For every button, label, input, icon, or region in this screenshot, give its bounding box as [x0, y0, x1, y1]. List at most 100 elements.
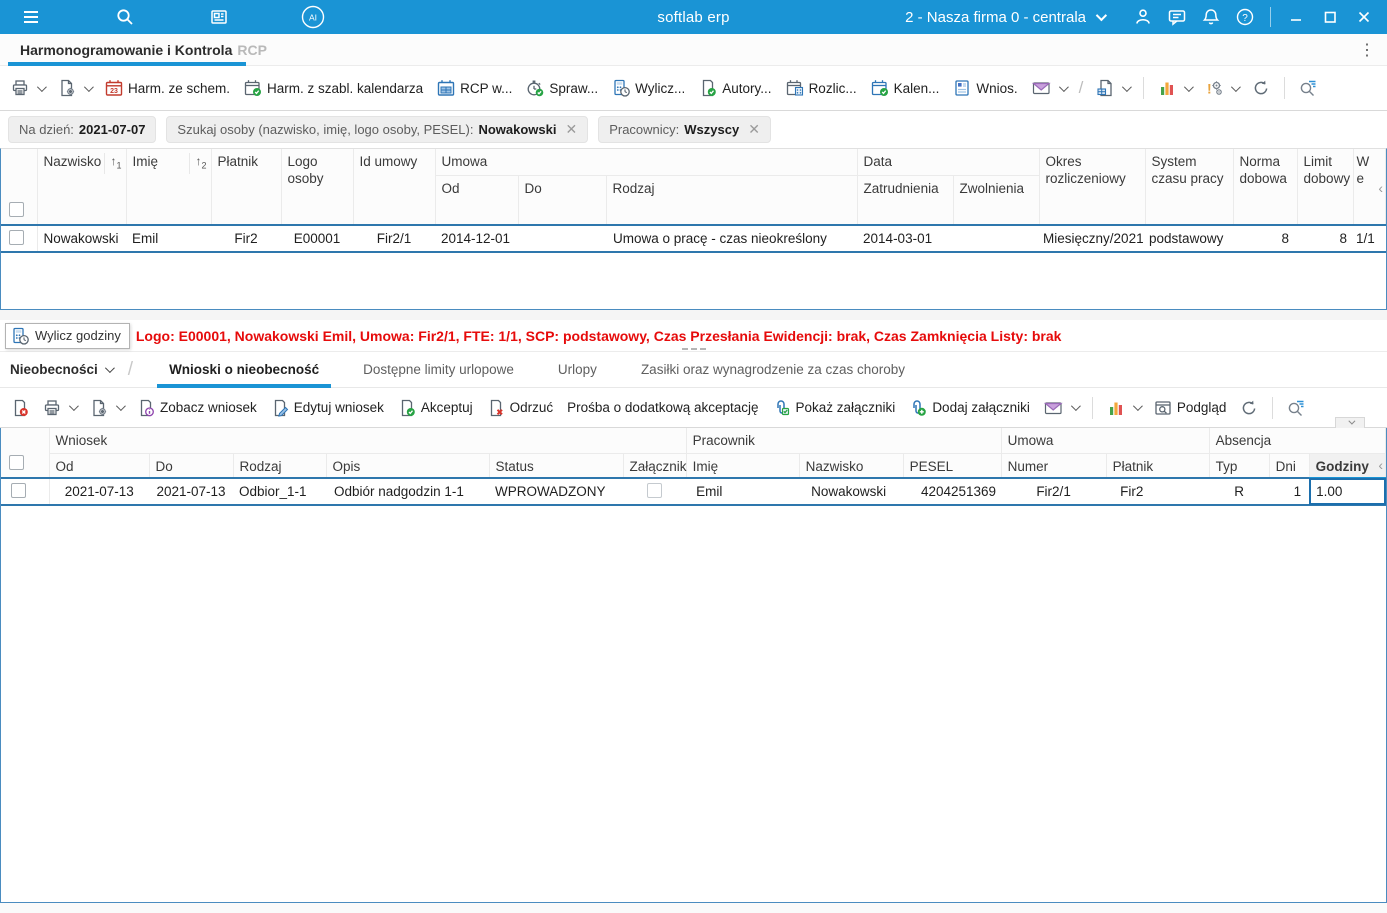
employee-row[interactable]: Nowakowski Emil Fir2 E00001 Fir2/1 2014-… — [1, 224, 1386, 253]
col-header-id-umowy[interactable]: Id umowy — [353, 149, 436, 226]
sort-asc-1-icon[interactable]: ↑1 — [104, 153, 125, 175]
print-button[interactable] — [36, 395, 83, 421]
prosba-akceptacja-button[interactable]: Prośba o dodatkową akceptację — [560, 396, 765, 419]
zobacz-wniosek-button[interactable]: Zobacz wniosek — [130, 395, 264, 421]
col-header-limit[interactable]: Limit dobowy — [1297, 149, 1354, 226]
refresh-button[interactable] — [1245, 75, 1277, 101]
col-header-dni[interactable]: Dni — [1269, 453, 1310, 479]
chart-button[interactable] — [1151, 75, 1198, 101]
col-header-zalacznik[interactable]: Załącznik — [623, 453, 687, 479]
col-header-rodzaj[interactable]: Rodzaj — [233, 453, 327, 479]
col-header-umowa-do[interactable]: Do — [518, 175, 607, 226]
refresh-button[interactable] — [1233, 395, 1265, 421]
page-settings-button[interactable] — [83, 395, 130, 421]
notifications-icon[interactable] — [1194, 0, 1228, 34]
rcp-button[interactable]: RCP w... — [430, 75, 519, 101]
news-icon[interactable] — [200, 0, 238, 34]
section-selector[interactable]: Nieobecności — [10, 362, 115, 377]
col-header-umowa-od[interactable]: Od — [435, 175, 519, 226]
help-icon[interactable]: ? — [1228, 0, 1262, 34]
close-icon[interactable] — [1347, 0, 1381, 34]
ai-assistant-icon[interactable]: AI — [294, 0, 332, 34]
tab-urlopy[interactable]: Urlopy — [536, 352, 619, 388]
col-header-data-zatrudnienia[interactable]: Zatrudnienia — [857, 175, 954, 226]
cell-godziny[interactable]: 1.00 — [1309, 477, 1386, 506]
minimize-icon[interactable] — [1279, 0, 1313, 34]
col-header-godziny[interactable]: Godziny — [1309, 453, 1387, 480]
col-header-typ[interactable]: Typ — [1209, 453, 1270, 479]
tab-overflow-menu-icon[interactable]: ⋮ — [1359, 40, 1375, 60]
col-header-opis[interactable]: Opis — [326, 453, 490, 479]
chat-icon[interactable] — [1160, 0, 1194, 34]
maximize-icon[interactable] — [1313, 0, 1347, 34]
delete-button[interactable] — [4, 395, 36, 421]
collapse-panel-icon[interactable]: ‹ — [1378, 458, 1383, 472]
mail-button[interactable] — [1025, 75, 1073, 101]
harm-ze-schem-button[interactable]: 23 Harm. ze schem. — [98, 75, 237, 101]
menu-icon[interactable] — [12, 0, 50, 34]
tab-dostepne-limity[interactable]: Dostępne limity urlopowe — [341, 352, 536, 388]
print-button[interactable] — [4, 75, 51, 101]
col-header-okres[interactable]: Okres rozliczeniowy — [1039, 149, 1146, 226]
filter-na-dzien[interactable]: Na dzień: 2021-07-07 — [8, 116, 157, 143]
filter-szukaj-osoby[interactable]: Szukaj osoby (nazwisko, imię, logo osoby… — [166, 116, 589, 143]
akceptuj-button[interactable]: Akceptuj — [391, 395, 480, 421]
dodaj-zalaczniki-button[interactable]: Dodaj załączniki — [902, 395, 1037, 421]
row-checkbox[interactable] — [11, 482, 26, 498]
podglad-button[interactable]: Podgląd — [1147, 395, 1234, 421]
col-header-imie[interactable]: Imię — [686, 453, 800, 479]
splitter-handle[interactable] — [681, 348, 706, 350]
filter-pracownicy[interactable]: Pracownicy: Wszyscy ✕ — [598, 116, 771, 143]
search-icon[interactable] — [106, 0, 144, 34]
col-header-system[interactable]: System czasu pracy — [1145, 149, 1234, 226]
tab-wnioski-o-nieobecnosc[interactable]: Wnioski o nieobecność — [147, 352, 341, 388]
alerts-settings-button[interactable]: ! — [1198, 75, 1245, 101]
select-all-checkbox[interactable] — [9, 455, 24, 470]
odrzuc-button[interactable]: Odrzuć — [480, 395, 561, 421]
request-row[interactable]: 2021-07-13 2021-07-13 Odbior_1-1 Odbiór … — [1, 477, 1386, 506]
harm-z-szabl-button[interactable]: Harm. z szabl. kalendarza — [237, 75, 430, 101]
collapse-panel-icon[interactable]: ‹ — [1378, 181, 1383, 195]
col-header-pesel[interactable]: PESEL — [903, 453, 1002, 479]
kalen-button[interactable]: Kalen... — [864, 75, 947, 101]
col-header-numer[interactable]: Numer — [1001, 453, 1107, 479]
chart-button[interactable] — [1100, 395, 1147, 421]
col-header-norma[interactable]: Norma dobowa — [1233, 149, 1298, 226]
select-all-checkbox[interactable] — [9, 202, 24, 217]
col-header-imie[interactable]: ↑2 Imię — [126, 149, 212, 226]
attachment-checkbox[interactable] — [647, 482, 663, 498]
col-header-logo-osoby[interactable]: Logo osoby — [281, 149, 354, 226]
collapse-toolbar-tab[interactable] — [1335, 417, 1365, 428]
company-selector[interactable]: 2 - Nasza firma 0 - centrala — [905, 9, 1108, 26]
close-icon[interactable]: ✕ — [748, 121, 760, 138]
col-header-nazwisko[interactable]: Nazwisko — [799, 453, 904, 479]
sort-asc-2-icon[interactable]: ↑2 — [189, 153, 210, 175]
col-header-data-zwolnienia[interactable]: Zwolnienia — [953, 175, 1040, 226]
edytuj-wniosek-button[interactable]: Edytuj wniosek — [264, 395, 391, 421]
search-filter-button[interactable] — [1292, 75, 1324, 101]
autory-button[interactable]: Autory... — [692, 75, 778, 101]
col-header-umowa-rodzaj[interactable]: Rodzaj — [606, 175, 858, 226]
col-header-do[interactable]: Do — [149, 453, 234, 479]
edytuj-wniosek-label: Edytuj wniosek — [293, 400, 384, 415]
tab-zasilki[interactable]: Zasiłki oraz wynagrodzenie za czas choro… — [619, 352, 927, 388]
spraw-button[interactable]: Spraw... — [519, 75, 605, 101]
col-header-od[interactable]: Od — [49, 453, 150, 479]
rozlic-button[interactable]: Rozlic... — [779, 75, 864, 101]
search-filter-button[interactable] — [1280, 395, 1312, 421]
export-button[interactable] — [1089, 75, 1136, 101]
col-header-platnik[interactable]: Płatnik — [211, 149, 282, 226]
col-header-nazwisko[interactable]: ↑1 Nazwisko — [37, 149, 127, 226]
col-header-platnik[interactable]: Płatnik — [1106, 453, 1210, 479]
pokaz-zalaczniki-button[interactable]: Pokaż załączniki — [766, 395, 903, 421]
tab-harmonogramowanie[interactable]: Harmonogramowanie i Kontrola RCP — [0, 34, 285, 66]
close-icon[interactable]: ✕ — [565, 121, 577, 138]
col-header-status[interactable]: Status — [489, 453, 624, 479]
wylicz-button[interactable]: Wylicz... — [605, 75, 692, 101]
wnios-button[interactable]: Wnios. — [946, 75, 1024, 101]
page-settings-button[interactable] — [51, 75, 98, 101]
pane-splitter[interactable] — [0, 310, 1387, 320]
mail-button[interactable] — [1037, 395, 1085, 421]
row-checkbox[interactable] — [9, 229, 24, 245]
user-icon[interactable] — [1126, 0, 1160, 34]
